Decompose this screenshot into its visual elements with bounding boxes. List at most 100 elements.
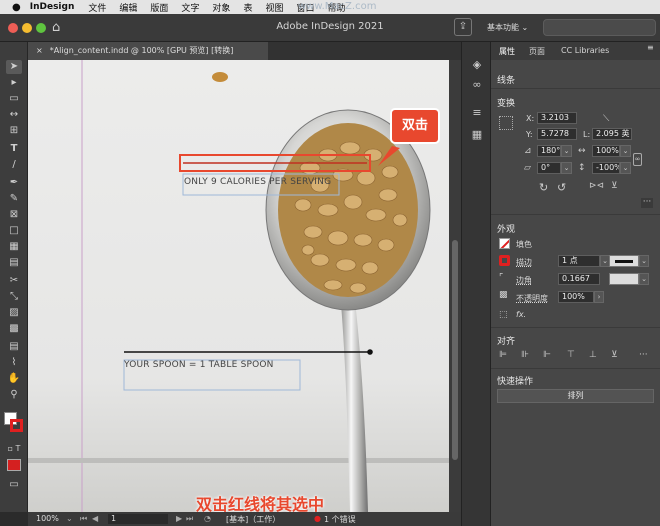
page-options-icon[interactable]: ◔ [204,514,211,523]
line-tool-icon[interactable]: / [6,158,22,172]
tab-pages[interactable]: 页面 [529,46,545,57]
stroke-label[interactable]: 描边 [516,257,532,268]
opacity-arrow-icon[interactable]: › [594,291,604,303]
corner-shape-dropdown[interactable] [609,273,639,285]
menu-app-name[interactable]: InDesign [30,2,75,12]
opacity-label[interactable]: 不透明度 [516,293,548,304]
menu-object[interactable]: 对象 [212,1,230,14]
selection-tool-icon[interactable]: ➤ [6,60,22,74]
pen-tool-icon[interactable]: ✒ [6,176,22,190]
grid-tool-icon[interactable]: ▤ [6,256,22,270]
scale-y-field[interactable]: -100% [592,162,620,174]
gap-tool-icon[interactable]: ↔ [6,108,22,122]
table-tool-icon[interactable]: ▦ [6,240,22,254]
rectangle-frame-tool-icon[interactable]: ⊠ [6,208,22,222]
rectangle-tool-icon[interactable]: □ [6,224,22,238]
align-top-icon[interactable]: ⊤ [567,350,575,360]
layers-icon[interactable]: ◈ [470,58,484,72]
vertical-scrollbar[interactable] [449,60,461,512]
zoom-tool-icon[interactable]: ⚲ [6,388,22,402]
x-field[interactable]: 3.2103 [537,112,577,124]
free-transform-tool-icon[interactable]: ⤡ [6,290,22,304]
shear-dropdown-icon[interactable]: ⌄ [561,162,572,174]
object-styles-icon[interactable]: ⬚ [499,310,508,320]
preflight-profile[interactable]: [基本]（工作） [226,514,280,525]
fill-none-icon[interactable] [499,238,510,249]
arrange-button[interactable]: 排列 [497,389,654,403]
stroke-type-dropdown-icon[interactable]: ⌄ [639,255,649,267]
shear-field[interactable]: 0° [537,162,561,174]
zoom-level[interactable]: 100% [36,514,59,523]
hand-tool-icon[interactable]: ✋ [6,372,22,386]
tab-properties[interactable]: 属性 [499,46,515,57]
menu-view[interactable]: 视图 [265,1,283,14]
stroke-panel-icon[interactable]: ≡ [470,106,484,120]
document-tab[interactable]: × *Align_content.indd @ 100% [GPU 预览] [转换… [28,42,268,60]
corner-options-icon[interactable]: ⌜ [499,273,503,283]
rotate-cw-icon[interactable]: ↻ [539,181,548,194]
menu-layout[interactable]: 版面 [150,1,168,14]
menu-type[interactable]: 文字 [181,1,199,14]
gradient-swatch-tool-icon[interactable]: ▨ [6,306,22,320]
fill-stroke-swatch[interactable] [4,412,24,434]
menu-table[interactable]: 表 [243,1,252,14]
align-vcenter-icon[interactable]: ⊥ [589,350,597,360]
note-tool-icon[interactable]: ▤ [6,340,22,354]
close-tab-icon[interactable]: × [36,46,43,55]
scale-x-field[interactable]: 100% [592,145,620,157]
align-bottom-icon[interactable]: ⊻ [611,350,618,360]
length-field[interactable]: 2.095 英 [592,128,632,140]
first-page-icon[interactable]: ⏮ [80,514,87,524]
zoom-dropdown-icon[interactable]: ⌄ [66,514,73,523]
scale-x-dropdown-icon[interactable]: ⌄ [620,145,631,157]
opacity-field[interactable]: 100% [558,291,594,303]
share-icon[interactable]: ⇪ [454,18,472,36]
corner-size-field[interactable]: 0.1667 [558,273,600,285]
flip-vertical-icon[interactable]: ⊻ [611,181,618,191]
type-tool-icon[interactable]: T [6,142,22,156]
menu-edit[interactable]: 编辑 [119,1,137,14]
scroll-thumb[interactable] [452,240,458,460]
links-icon[interactable]: ∞ [470,78,484,92]
corner-label[interactable]: 边角 [516,275,532,286]
stroke-color-icon[interactable] [499,255,510,266]
link-scale-icon[interactable]: ∞ [633,153,642,166]
tab-cc-libraries[interactable]: CC Libraries [561,46,609,55]
align-more-icon[interactable]: ··· [639,350,648,360]
gradient-feather-tool-icon[interactable]: ▩ [6,322,22,336]
constrain-icon[interactable]: ⟍ [603,114,609,124]
scale-y-dropdown-icon[interactable]: ⌄ [620,162,631,174]
stroke-weight-field[interactable]: 1 点 [558,255,600,267]
effects-label[interactable]: fx. [516,310,526,319]
apple-icon[interactable]: ● [12,2,21,13]
pencil-tool-icon[interactable]: ✎ [6,192,22,206]
menu-file[interactable]: 文件 [88,1,106,14]
last-page-icon[interactable]: ⏭ [186,514,193,524]
content-collector-icon[interactable]: ⊞ [6,124,22,138]
stroke-swatch[interactable] [10,419,23,432]
more-options-icon[interactable]: ··· [641,198,653,208]
eyedropper-tool-icon[interactable]: ⌇ [6,356,22,370]
next-page-icon[interactable]: ▶ [176,514,182,523]
apply-color-button[interactable] [7,459,21,471]
align-hcenter-icon[interactable]: ⊪ [521,350,529,360]
page-tool-icon[interactable]: ▭ [6,92,22,106]
prev-page-icon[interactable]: ◀ [92,514,98,523]
stroke-type-dropdown[interactable] [609,255,639,267]
y-field[interactable]: 5.7278 [537,128,577,140]
error-count[interactable]: 1 个错误 [324,514,356,525]
document-canvas[interactable]: 双击 ONLY 9 CALORIES PER SERVING YOUR SPOO… [28,60,449,512]
direct-selection-tool-icon[interactable]: ▸ [6,76,22,90]
search-input[interactable] [543,19,656,36]
screen-mode-icon[interactable]: ▭ [6,478,22,492]
reference-point-icon[interactable] [499,116,513,130]
panel-menu-icon[interactable]: ≡ [647,43,654,52]
line-endpoint-icon[interactable] [367,349,373,355]
rotation-field[interactable]: 180° [537,145,561,157]
page-number-field[interactable]: 1 [108,514,168,524]
swatches-icon[interactable]: ▦ [470,128,484,142]
scissors-tool-icon[interactable]: ✂ [6,274,22,288]
align-right-icon[interactable]: ⊩ [543,350,551,360]
rotate-ccw-icon[interactable]: ↺ [557,181,566,194]
workspace-switcher[interactable]: 基本功能 ⌄ [487,22,528,33]
